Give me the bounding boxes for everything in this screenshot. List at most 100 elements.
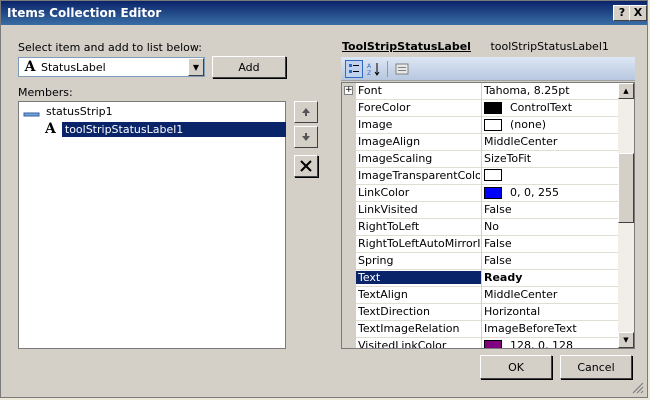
column-divider [481, 117, 482, 134]
property-value[interactable]: ControlText [484, 101, 617, 114]
chevron-down-icon[interactable]: ▼ [188, 58, 204, 76]
property-row[interactable]: ImageAlign MiddleCenter [342, 134, 619, 151]
row-gutter [342, 321, 356, 338]
move-down-button[interactable] [294, 126, 318, 148]
status-label-icon: A [45, 121, 56, 137]
svg-text:A: A [367, 63, 372, 70]
column-divider [481, 185, 482, 202]
property-value-text: 128, 0, 128 [510, 339, 573, 349]
item-type-combo[interactable]: A StatusLabel ▼ [18, 57, 205, 77]
property-row[interactable]: LinkColor 0, 0, 255 [342, 185, 619, 202]
color-swatch [484, 339, 502, 348]
property-value[interactable]: MiddleCenter [484, 135, 617, 148]
property-value-text: Tahoma, 8.25pt [484, 84, 570, 97]
property-value[interactable]: Horizontal [484, 305, 617, 318]
property-row[interactable]: Spring False [342, 253, 619, 270]
window-title: Items Collection Editor [7, 6, 162, 20]
property-row[interactable]: LinkVisited False [342, 202, 619, 219]
property-value-text: MiddleCenter [484, 135, 558, 148]
remove-button[interactable] [294, 155, 318, 177]
property-value[interactable]: MiddleCenter [484, 288, 617, 301]
property-row[interactable]: TextImageRelation ImageBeforeText [342, 321, 619, 338]
arrow-down-icon [302, 133, 310, 141]
scroll-up-icon[interactable]: ▲ [618, 83, 634, 99]
property-row[interactable]: ForeColor ControlText [342, 100, 619, 117]
property-name: LinkVisited [358, 203, 418, 216]
alphabetical-sort-icon[interactable]: AZ [365, 60, 383, 78]
property-row[interactable]: VisitedLinkColor 128, 0, 128 [342, 338, 619, 349]
property-name: RightToLeft [358, 220, 420, 233]
scroll-down-icon[interactable]: ▼ [618, 332, 634, 348]
expand-icon[interactable]: + [344, 86, 353, 95]
property-value-text: False [484, 237, 512, 250]
tree-item-toolstripstatuslabel[interactable]: A toolStripStatusLabel1 [45, 121, 286, 137]
property-grid[interactable]: + Font Tahoma, 8.25pt ForeColor ControlText I… [341, 82, 635, 349]
resize-grip-icon[interactable] [632, 382, 644, 394]
property-row[interactable]: ImageTransparentColor [342, 168, 619, 185]
row-gutter [342, 253, 356, 270]
column-divider [481, 151, 482, 168]
property-row[interactable]: Image (none) [342, 117, 619, 134]
property-value[interactable]: False [484, 254, 617, 267]
row-gutter [342, 151, 356, 168]
property-row[interactable]: RightToLeftAutoMirrorIm False [342, 236, 619, 253]
row-gutter [342, 117, 356, 134]
column-divider [481, 287, 482, 304]
property-value[interactable]: ImageBeforeText [484, 322, 617, 335]
property-value[interactable]: SizeToFit [484, 152, 617, 165]
scroll-thumb[interactable] [618, 153, 634, 223]
property-value[interactable]: 0, 0, 255 [484, 186, 617, 199]
move-up-button[interactable] [294, 101, 318, 123]
property-pages-icon[interactable] [393, 60, 411, 78]
property-value[interactable]: (none) [484, 118, 617, 131]
property-row[interactable]: TextDirection Horizontal [342, 304, 619, 321]
property-value-text: False [484, 203, 512, 216]
property-value-text: ImageBeforeText [484, 322, 577, 335]
svg-text:Z: Z [367, 70, 371, 76]
property-grid-toolbar: AZ [341, 57, 635, 81]
property-value[interactable]: Tahoma, 8.25pt [484, 84, 617, 97]
property-row[interactable]: Text Ready [342, 270, 619, 287]
property-name: ImageScaling [358, 152, 433, 165]
property-row[interactable]: TextAlign MiddleCenter [342, 287, 619, 304]
property-value-text: 0, 0, 255 [510, 186, 559, 199]
column-divider [481, 304, 482, 321]
property-value[interactable]: Ready [484, 271, 617, 284]
column-divider [481, 321, 482, 338]
property-value-text: Ready [484, 271, 523, 284]
categorized-icon[interactable] [345, 60, 363, 78]
property-value-text: No [484, 220, 499, 233]
title-bar[interactable]: Items Collection Editor ? X [1, 1, 647, 25]
row-gutter [342, 185, 356, 202]
property-value[interactable]: No [484, 220, 617, 233]
ok-button[interactable]: OK [480, 355, 552, 379]
property-value[interactable]: False [484, 203, 617, 216]
property-name: Text [356, 271, 481, 284]
tree-child-label: toolStripStatusLabel1 [61, 121, 286, 137]
add-button[interactable]: Add [212, 56, 286, 78]
property-name: TextDirection [358, 305, 430, 318]
row-gutter [342, 287, 356, 304]
row-gutter [342, 100, 356, 117]
combo-value: StatusLabel [41, 60, 106, 74]
property-value-text: False [484, 254, 512, 267]
column-divider [481, 253, 482, 270]
property-row[interactable]: ImageScaling SizeToFit [342, 151, 619, 168]
property-row[interactable]: + Font Tahoma, 8.25pt [342, 83, 619, 100]
property-value-text: ControlText [510, 101, 573, 114]
property-value[interactable]: False [484, 237, 617, 250]
property-name: VisitedLinkColor [358, 339, 447, 349]
cancel-button[interactable]: Cancel [560, 355, 632, 379]
property-name: TextImageRelation [358, 322, 460, 335]
tree-item-statusstrip[interactable]: statusStrip1 [23, 105, 113, 118]
close-button[interactable]: X [629, 5, 647, 21]
property-value[interactable] [484, 169, 617, 181]
property-value[interactable]: 128, 0, 128 [484, 339, 617, 349]
members-label: Members: [18, 86, 73, 99]
property-grid-scrollbar[interactable]: ▲ ▼ [618, 83, 634, 348]
status-label-icon: A [24, 59, 36, 75]
column-divider [481, 134, 482, 151]
property-row[interactable]: RightToLeft No [342, 219, 619, 236]
property-name: Image [358, 118, 393, 131]
members-tree[interactable]: statusStrip1 A toolStripStatusLabel1 [18, 101, 286, 349]
